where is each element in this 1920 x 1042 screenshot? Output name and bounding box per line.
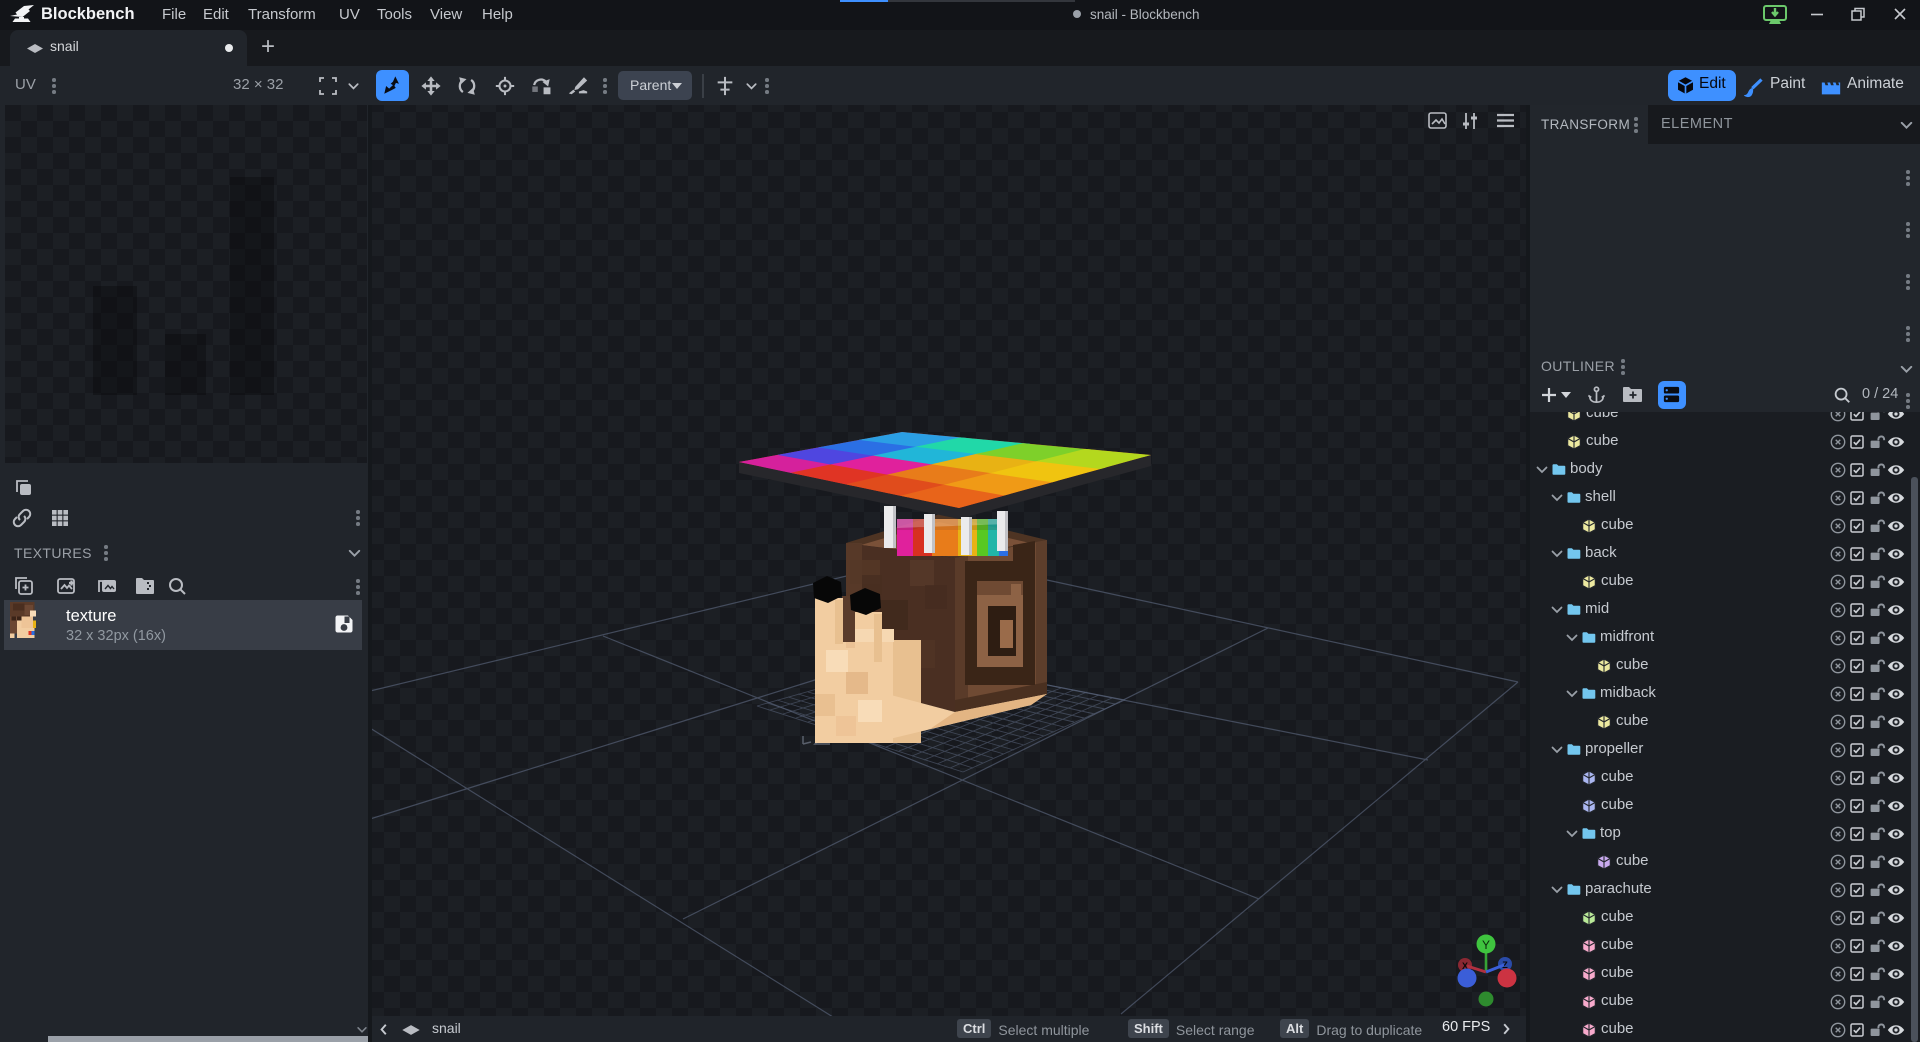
svg-text:Y: Y [1482, 938, 1490, 952]
